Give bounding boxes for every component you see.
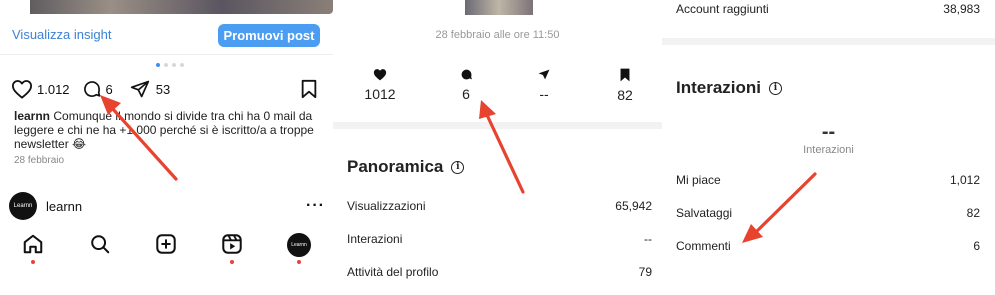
caption-text: Comunque il mondo si divide tra chi ha 0… — [14, 109, 314, 151]
reels-notification-dot — [230, 260, 234, 264]
promote-post-button[interactable]: Promuovi post — [218, 24, 320, 47]
caption-username[interactable]: learnn — [14, 109, 50, 123]
divider — [0, 54, 333, 55]
metric-row[interactable]: Salvataggi 82 — [676, 206, 980, 220]
interactions-panel: Account raggiunti 38,983 Interazioni i -… — [662, 0, 995, 295]
post-summary-card: 28 febbraio alle ore 11:50 1012 6 -- 82 — [333, 0, 662, 122]
shares-count: 53 — [155, 81, 171, 97]
post-image[interactable] — [0, 0, 333, 14]
info-icon[interactable]: i — [769, 81, 783, 95]
overview-title: Panoramica — [347, 157, 444, 176]
reels-tab[interactable] — [221, 233, 245, 257]
create-tab[interactable] — [155, 233, 179, 257]
reels-icon — [222, 234, 242, 254]
metric-value: 6 — [973, 239, 980, 253]
likes-value: 1012 — [364, 86, 396, 102]
metric-label: Mi piace — [676, 173, 721, 187]
post-panel: Visualizza insight Promuovi post 1.012 6… — [0, 0, 333, 295]
profile-notification-dot — [297, 260, 301, 264]
likes-stat: 1012 — [350, 68, 410, 102]
interactions-total-label: Interazioni — [803, 144, 854, 156]
carousel-indicator — [156, 63, 184, 67]
metric-label: Visualizzazioni — [347, 199, 426, 213]
metric-row[interactable]: Interazioni -- — [347, 232, 652, 246]
info-icon[interactable]: i — [451, 160, 465, 174]
home-active-dot — [31, 260, 35, 264]
bottom-tab-bar: Learnn — [0, 228, 333, 268]
share-button[interactable] — [130, 79, 150, 99]
metric-value: 38,983 — [943, 2, 980, 16]
section-title: Panoramica i — [347, 157, 465, 177]
shares-value: -- — [539, 86, 549, 102]
account-row[interactable]: Learnn learnn — [9, 192, 82, 220]
save-button[interactable] — [300, 79, 318, 104]
metric-value: -- — [644, 232, 652, 246]
bookmark-icon — [301, 79, 317, 99]
search-icon — [91, 235, 110, 254]
metric-value: 1,012 — [949, 173, 980, 187]
post-timestamp: 28 febbraio alle ore 11:50 — [435, 29, 560, 41]
comment-button[interactable] — [82, 79, 102, 99]
post-insights-panel: 28 febbraio alle ore 11:50 1012 6 -- 82 … — [333, 0, 662, 295]
post-caption: learnn Comunque il mondo si divide tra c… — [14, 109, 324, 151]
comment-icon — [83, 81, 100, 97]
metric-row[interactable]: Mi piace 1,012 — [676, 173, 980, 187]
metric-row[interactable]: Account raggiunti 38,983 — [676, 2, 980, 16]
metric-row[interactable]: Attività del profilo 79 — [347, 265, 652, 279]
interactions-total: -- — [821, 121, 836, 143]
home-icon — [23, 234, 43, 254]
section-title: Interazioni i — [676, 78, 783, 98]
metric-value: 82 — [966, 206, 980, 220]
shares-stat: -- — [514, 68, 574, 102]
reach-card: Account raggiunti 38,983 — [662, 0, 995, 38]
likes-count: 1.012 — [37, 81, 70, 97]
comments-value: 6 — [462, 86, 470, 102]
metric-label: Account raggiunti — [676, 2, 769, 16]
metric-value: 79 — [638, 265, 652, 279]
post-actions: 1.012 6 53 — [11, 78, 170, 100]
profile-avatar: Learnn — [287, 233, 311, 257]
home-tab[interactable] — [22, 233, 46, 257]
metric-value: 65,942 — [615, 199, 652, 213]
metric-row[interactable]: Commenti 6 — [676, 239, 980, 253]
avatar[interactable]: Learnn — [9, 192, 37, 220]
heart-icon — [373, 69, 387, 81]
metric-label: Interazioni — [347, 232, 403, 246]
interactions-section: Interazioni i — [662, 45, 995, 295]
metric-label: Commenti — [676, 239, 731, 253]
metric-label: Salvataggi — [676, 206, 733, 220]
comment-icon — [461, 69, 472, 80]
profile-tab[interactable]: Learnn — [287, 233, 311, 257]
overview-section: Panoramica i Visualizzazioni 65,942 Inte… — [333, 129, 662, 295]
metric-row[interactable]: Visualizzazioni 65,942 — [347, 199, 652, 213]
more-options-icon[interactable]: ··· — [306, 197, 325, 215]
account-name[interactable]: learnn — [46, 199, 82, 214]
comments-stat: 6 — [436, 68, 496, 102]
post-date: 28 febbraio — [14, 155, 65, 166]
share-icon — [538, 69, 550, 80]
search-tab[interactable] — [89, 233, 113, 257]
comments-count: 6 — [105, 81, 113, 97]
share-icon — [130, 80, 149, 98]
metric-label: Attività del profilo — [347, 265, 439, 279]
view-insights-link[interactable]: Visualizza insight — [12, 27, 111, 42]
like-button[interactable] — [11, 79, 33, 99]
heart-icon — [12, 80, 32, 99]
plus-square-icon — [156, 234, 176, 254]
saves-stat: 82 — [595, 68, 655, 103]
bookmark-icon — [620, 68, 630, 82]
post-thumbnail[interactable] — [465, 0, 533, 15]
interactions-title: Interazioni — [676, 78, 762, 97]
saves-value: 82 — [617, 87, 633, 103]
